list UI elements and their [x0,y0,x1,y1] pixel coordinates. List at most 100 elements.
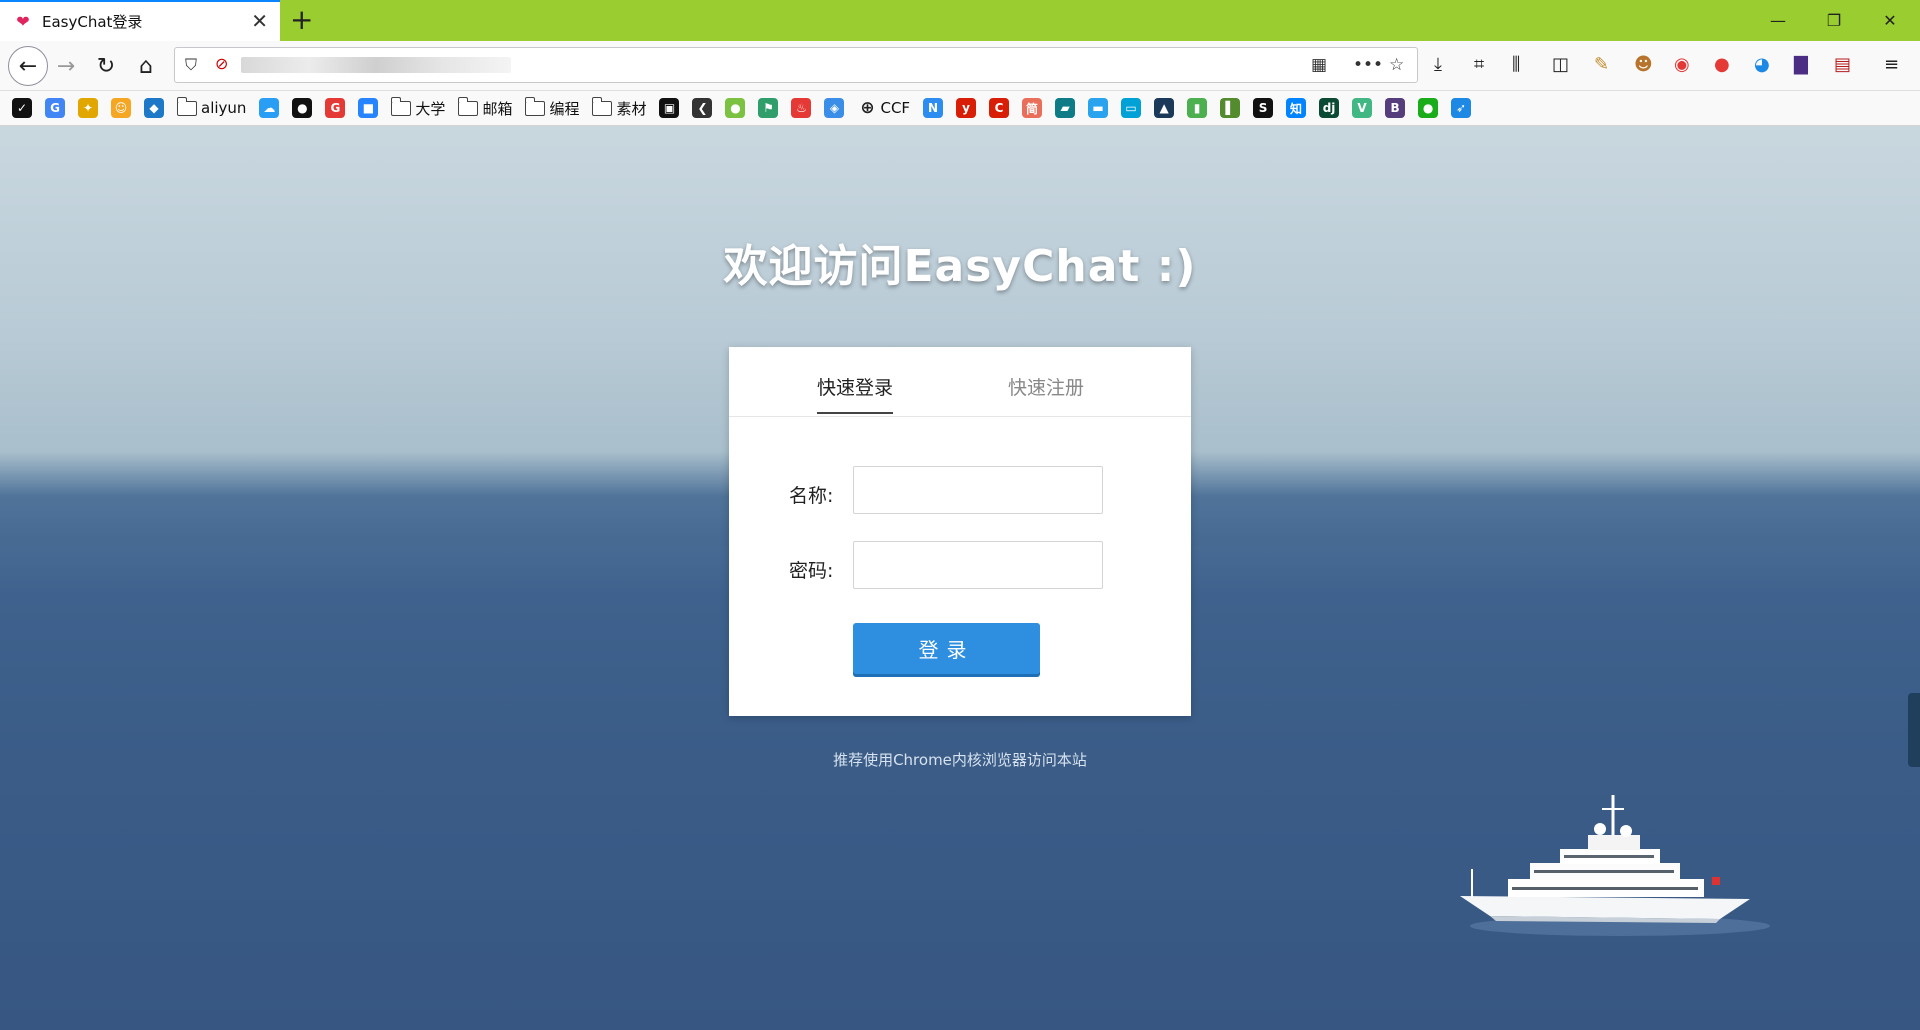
qr-code-icon[interactable]: ▦ [1311,55,1327,75]
bootstrap-icon: B [1385,98,1406,118]
bookmark-item[interactable]: ✓ [12,97,32,119]
bookmark-item[interactable]: ▰ [1055,97,1076,119]
minimize-button[interactable]: — [1750,0,1806,41]
bookmark-link[interactable]: ⊕ CCF [857,97,910,119]
bookmark-folder-label: 素材 [616,99,647,118]
vue-icon: V [1352,98,1373,118]
globe-icon: ⊕ [860,98,875,118]
color-extension-icon[interactable]: ◕ [1754,54,1770,76]
heart-icon: ❤ [16,11,30,31]
sidebar-icon[interactable]: ◫ [1552,54,1569,76]
n-icon: N [923,98,944,118]
restore-button[interactable]: ❐ [1806,0,1862,41]
download-icon[interactable]: ⤓ [1434,54,1442,76]
bookmark-item[interactable]: C [989,97,1010,119]
star-icon[interactable]: ☆ [1389,55,1404,75]
folder-icon [525,96,546,116]
extension-pen-icon[interactable]: ✎ [1594,54,1609,76]
bookmark-link-label: CCF [880,99,911,117]
reload-icon[interactable]: ↻ [88,48,124,84]
bookmark-item[interactable]: ▮ [1187,97,1208,119]
bookmark-item[interactable]: ▌ [1220,97,1241,119]
diamond-icon: ◆ [144,98,164,118]
tab-quick-login[interactable]: 快速登录 [817,373,894,414]
github-icon: ● [292,98,313,118]
bookmark-item[interactable]: ● [292,97,313,119]
home-icon[interactable]: ⌂ [128,48,164,84]
title-bar: ❤ EasyChat登录 ✕ + — ❐ ✕ [0,0,1920,41]
y-icon: y [956,98,977,118]
tab-quick-register[interactable]: 快速注册 [1008,373,1084,400]
url-text[interactable] [241,57,511,73]
password-input[interactable] [853,541,1103,589]
bookmark-item[interactable]: ✦ [78,97,98,119]
browser-tab[interactable]: ❤ EasyChat登录 ✕ [0,0,280,41]
close-window-button[interactable]: ✕ [1862,0,1918,41]
bookmark-item[interactable]: ☁ [259,97,280,119]
ia-extension-icon[interactable]: ▇ [1794,54,1808,76]
bookmark-folder[interactable]: 素材 [592,96,647,119]
bookmark-item[interactable]: ▬ [1088,97,1109,119]
shield-icon[interactable]: ⛉ [185,55,197,75]
bookmark-item[interactable]: B [1385,97,1406,119]
bookmark-item[interactable]: ➶ [1451,97,1472,119]
google-icon: G [45,98,65,118]
rocket-icon: ➶ [1451,98,1472,118]
red-extension-icon[interactable]: ● [1714,54,1730,76]
bookmark-item[interactable]: ♨ [791,97,812,119]
new-tab-button[interactable]: + [290,4,313,36]
bookmark-item[interactable]: ☺ [111,97,131,119]
bookmark-folder[interactable]: 邮箱 [458,96,512,119]
bookmark-item[interactable]: V [1352,97,1373,119]
bookmark-item[interactable]: dj [1319,97,1340,119]
bookmark-item[interactable]: 简 [1022,97,1043,119]
flag-icon: ⚑ [758,98,779,118]
back-icon[interactable]: ← [8,46,48,86]
grad-cap-icon: ▲ [1154,98,1175,118]
bookmark-item[interactable]: ▭ [1121,97,1142,119]
forward-icon[interactable]: → [48,48,84,84]
bookmark-item[interactable]: ◈ [824,97,845,119]
library-icon[interactable]: ⫼ [1512,54,1520,76]
bars-icon: ▮ [1187,98,1208,118]
name-input[interactable] [853,466,1103,514]
yacht-image [1460,795,1770,936]
side-scroll-widget[interactable] [1908,693,1920,767]
bookmark-folder-label: aliyun [201,99,247,117]
bookmark-item[interactable]: N [923,97,944,119]
bookmark-item[interactable]: ◆ [144,97,164,119]
pdf-icon[interactable]: ▤ [1834,54,1851,76]
bookmark-item[interactable]: ● [1418,97,1439,119]
bookmark-item[interactable]: ⚑ [758,97,779,119]
bookmark-item[interactable]: S [1253,97,1274,119]
close-tab-icon[interactable]: ✕ [251,11,268,31]
folder-icon [592,96,613,116]
monkey-icon[interactable]: ☻ [1634,54,1653,76]
bookmark-item[interactable]: ● [725,97,746,119]
django-icon: dj [1319,98,1340,118]
bookmark-item[interactable]: y [956,97,977,119]
crop-icon[interactable]: ⌗ [1474,54,1484,76]
login-button[interactable]: 登录 [853,623,1040,674]
bookmark-folder[interactable]: 编程 [525,96,579,119]
bookmark-item[interactable]: 知 [1286,97,1307,119]
more-actions-icon[interactable]: ••• [1353,55,1383,75]
bookmark-item[interactable]: ❮ [692,97,713,119]
insecure-lock-icon[interactable]: ⊘ [215,54,228,73]
bookmark-item[interactable]: ▣ [659,97,680,119]
s-icon: S [1253,98,1274,118]
bookmark-folder[interactable]: aliyun [177,96,247,119]
camera-icon[interactable]: ◉ [1674,54,1690,76]
blue-gem-icon: ◈ [824,98,845,118]
bookmark-item[interactable]: ▲ [1154,97,1175,119]
bookmark-item[interactable]: G [325,97,346,119]
menu-icon[interactable]: ≡ [1884,54,1899,76]
bookmark-item[interactable]: G [45,97,65,119]
name-label: 名称: [789,485,834,507]
bitbucket-icon: ■ [358,98,379,118]
green-circle-icon: ● [725,98,746,118]
bookmark-item[interactable]: ■ [358,97,379,119]
bookmark-folder[interactable]: 大学 [391,96,445,119]
url-bar[interactable]: ⛉ ⊘ ▦ ••• ☆ [174,47,1418,83]
login-card: 快速登录 快速注册 名称: 密码: 登录 [729,347,1191,716]
